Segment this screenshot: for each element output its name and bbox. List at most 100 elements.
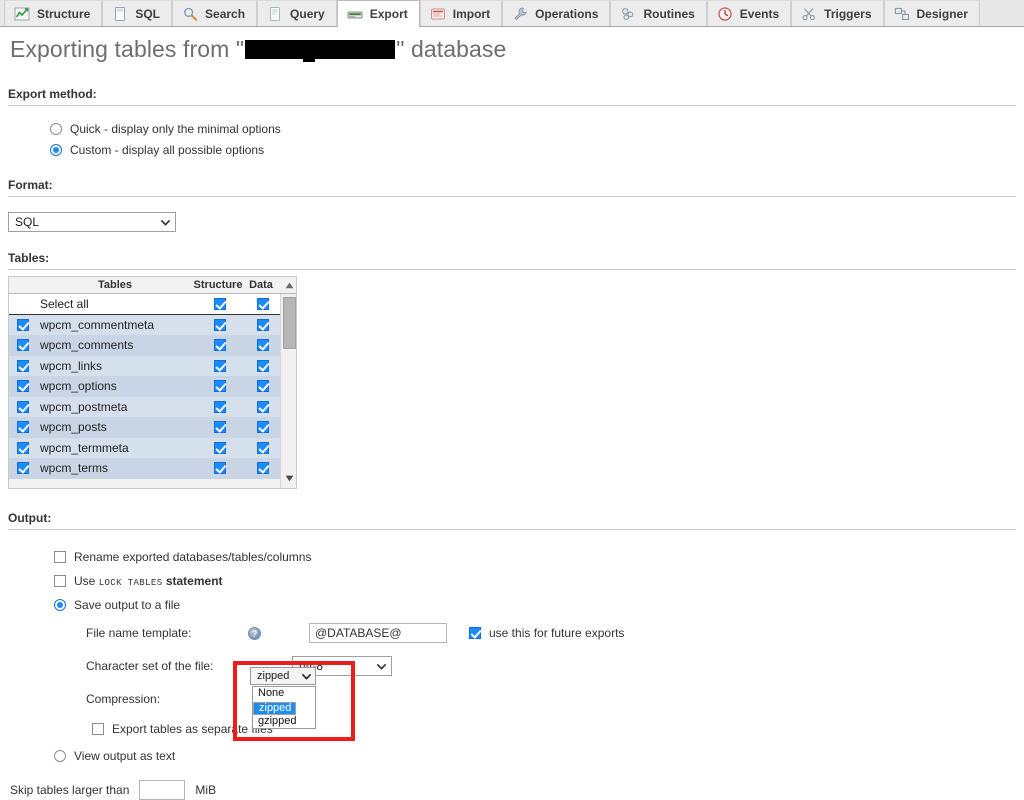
table-row-structure-cell [195,318,245,331]
select-all-data-checkbox[interactable] [257,297,269,310]
save-output-radio[interactable] [54,599,66,611]
table-row[interactable]: wpcm_options [9,376,281,397]
tables-body: Select all wpcm_commentmeta wpcm_comments w… [9,294,296,479]
table-row-select-checkbox[interactable] [17,380,29,393]
format-heading: Format: [8,178,1016,197]
table-row-name: wpcm_termmeta [40,440,129,455]
tab-routines[interactable]: Routines [610,0,707,26]
table-row-structure-cell [195,421,245,434]
page-title: Exporting tables from " " database [0,27,1024,63]
rename-exported-row[interactable]: Rename exported databases/tables/columns [54,545,1016,569]
table-row-select-checkbox[interactable] [17,400,29,413]
clock-icon [718,6,732,21]
export-method-option-quick[interactable]: Quick - display only the minimal options [50,118,1016,139]
table-row-data-checkbox[interactable] [257,380,269,393]
view-output-as-text-row[interactable]: View output as text [54,744,1016,768]
select-all-structure-checkbox[interactable] [214,297,226,310]
filename-template-input[interactable] [309,623,447,643]
tables-header-data: Data [249,279,273,291]
table-row-data-cell [245,339,281,352]
rename-exported-checkbox[interactable] [54,551,66,563]
table-row-select-checkbox[interactable] [17,359,29,372]
skip-tables-input[interactable] [139,780,186,800]
compression-option[interactable]: zipped [253,702,297,715]
table-row-data-checkbox[interactable] [257,400,269,413]
table-row-structure-checkbox[interactable] [214,421,226,434]
tab-events[interactable]: Events [706,0,792,26]
structure-icon [14,7,30,20]
wrench-icon [514,7,527,20]
table-row-data-checkbox[interactable] [257,339,269,352]
table-row[interactable]: wpcm_terms [9,458,281,479]
tab-export[interactable]: Export [336,0,420,27]
lock-tables-row[interactable]: Use LOCK TABLES statement [54,569,1016,593]
compression-options-list[interactable]: None zipped gzipped [252,686,316,729]
lock-tables-checkbox[interactable] [54,575,66,587]
scroll-up-arrow-icon[interactable] [281,277,296,293]
table-row[interactable]: wpcm_posts [9,417,281,438]
table-row[interactable]: wpcm_postmeta [9,396,281,417]
table-row-structure-checkbox[interactable] [214,359,226,372]
compression-select-value: zipped [257,670,290,682]
table-row[interactable]: wpcm_commentmeta [9,314,281,335]
help-icon[interactable]: ? [248,626,261,640]
table-row-structure-checkbox[interactable] [214,339,226,352]
table-row-structure-checkbox[interactable] [214,318,226,331]
compression-select[interactable]: zipped [250,667,316,685]
future-exports-checkbox[interactable] [469,627,481,639]
tab-sql[interactable]: SQL [102,0,173,26]
radio-custom[interactable] [50,143,62,156]
table-row-structure-checkbox[interactable] [214,400,226,413]
table-row-select-checkbox[interactable] [17,339,29,352]
scrollbar-thumb[interactable] [283,297,296,349]
table-row-select-checkbox[interactable] [17,441,29,454]
table-row-structure-checkbox[interactable] [214,462,226,475]
table-row-structure-cell [195,462,245,475]
tab-search[interactable]: Search [172,0,258,26]
tab-designer[interactable]: Designer [883,0,980,26]
table-row-select-checkbox[interactable] [17,318,29,331]
tables-scrollbar[interactable] [280,282,296,488]
export-method-section: Export method: Quick - display only the … [0,87,1024,160]
table-row-data-cell [245,462,281,475]
separate-files-checkbox[interactable] [92,723,104,735]
table-row-select-checkbox[interactable] [17,421,29,434]
table-row-data-checkbox[interactable] [257,318,269,331]
table-row-data-checkbox[interactable] [257,462,269,475]
table-row-name: wpcm_posts [40,420,107,435]
tab-triggers[interactable]: Triggers [791,0,884,26]
tab-import[interactable]: Import [419,0,503,26]
view-output-radio[interactable] [54,750,66,762]
radio-quick[interactable] [50,122,62,135]
tab-structure[interactable]: Structure [4,0,103,26]
select-all-row[interactable]: Select all [9,294,281,315]
table-row[interactable]: wpcm_links [9,355,281,376]
charset-row: Character set of the file: utf-8 [86,653,1016,679]
tables-header-name: Tables [97,279,133,291]
table-row[interactable]: wpcm_comments [9,335,281,356]
table-row-data-checkbox[interactable] [257,359,269,372]
table-row-data-checkbox[interactable] [257,421,269,434]
table-row-structure-checkbox[interactable] [214,441,226,454]
table-row-structure-checkbox[interactable] [214,380,226,393]
compression-label: Compression: [86,692,161,706]
tab-label: Designer [916,6,968,21]
table-row-select-cell [9,400,37,413]
table-row-select-checkbox[interactable] [17,462,29,475]
table-row[interactable]: wpcm_termmeta [9,437,281,458]
compression-option[interactable]: gzipped [253,715,315,728]
tab-operations[interactable]: Operations [502,0,611,26]
export-method-option-custom[interactable]: Custom - display all possible options [50,139,1016,160]
table-row-data-checkbox[interactable] [257,441,269,454]
query-icon [270,6,281,21]
tab-query[interactable]: Query [257,0,337,26]
table-row-structure-cell [195,339,245,352]
export-icon [347,11,363,19]
compression-option[interactable]: None [253,687,315,700]
rename-exported-label: Rename exported databases/tables/columns [74,550,312,564]
save-output-to-file-row[interactable]: Save output to a file [54,593,1016,617]
format-select[interactable]: SQL [8,212,176,232]
scroll-down-arrow-icon[interactable] [281,470,296,486]
output-section: Output: Rename exported databases/tables… [0,511,1024,768]
separate-files-row[interactable]: Export tables as separate files [92,717,1016,741]
